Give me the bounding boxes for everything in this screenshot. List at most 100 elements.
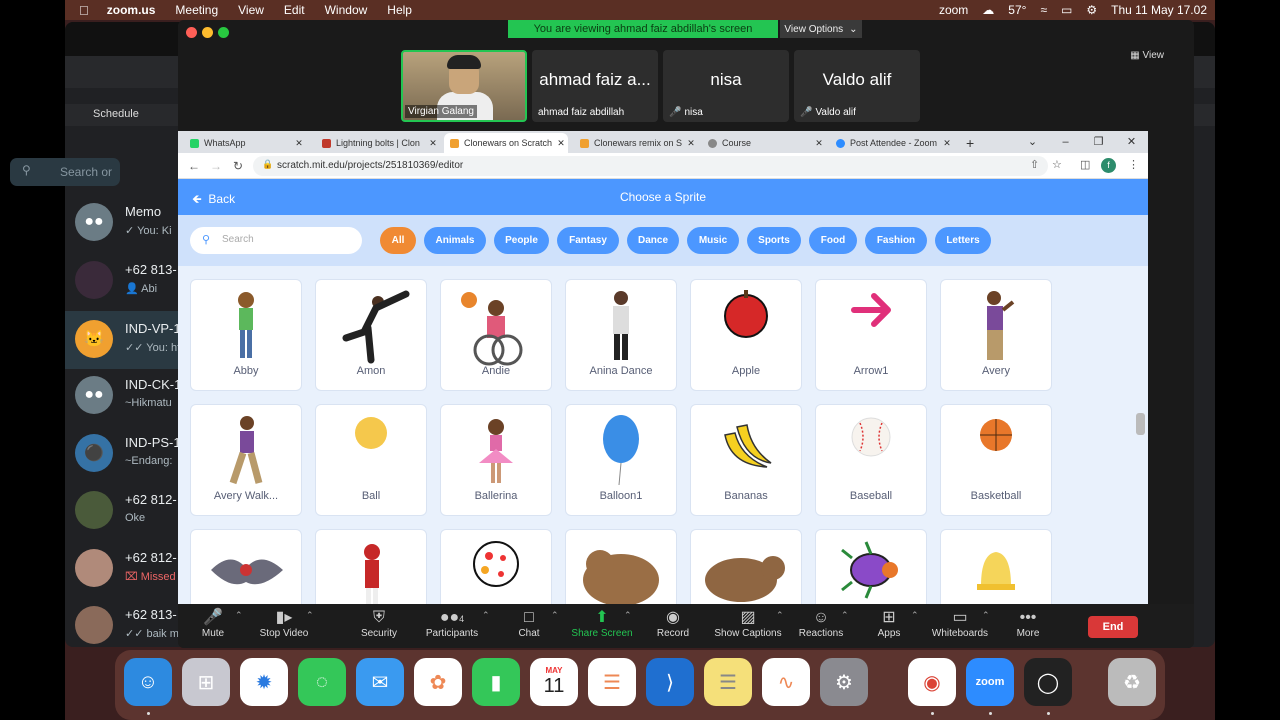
reload-icon[interactable]: ↻	[233, 159, 243, 173]
tab-zoom-attendee[interactable]: Post Attendee - Zoom ✕	[830, 133, 954, 153]
category-music[interactable]: Music	[687, 227, 739, 254]
tab-lightning[interactable]: Lightning bolts | Clon ✕	[316, 133, 440, 153]
apple-icon[interactable]: 	[79, 3, 89, 18]
new-tab-button[interactable]: +	[960, 133, 982, 153]
category-letters[interactable]: Letters	[935, 227, 991, 254]
minimize-icon[interactable]: –	[1049, 131, 1082, 153]
participant-tile[interactable]: Valdo alif 🎤 Valdo alif	[794, 50, 920, 122]
menu-edit[interactable]: Edit	[284, 3, 305, 17]
tab-course[interactable]: Course ✕	[702, 133, 826, 153]
menu-view[interactable]: View	[238, 3, 264, 17]
temperature[interactable]: 57°	[1008, 3, 1026, 17]
sprite-card[interactable]: Baseball	[815, 404, 927, 516]
record-button[interactable]: ◉ Record	[633, 608, 713, 639]
sprite-search-input[interactable]: ⚲ Search	[190, 227, 362, 254]
sprite-card[interactable]: Bananas	[690, 404, 802, 516]
restore-icon[interactable]: ❐	[1082, 131, 1115, 153]
participant-tile[interactable]: ahmad faiz a... ahmad faiz abdillah	[532, 50, 658, 122]
wifi-icon[interactable]: ≈	[1040, 3, 1047, 17]
category-animals[interactable]: Animals	[424, 227, 486, 254]
chat-item[interactable]: +62 812- ⌧ Missed	[65, 540, 180, 598]
close-icon[interactable]: ✕	[426, 138, 440, 149]
chevron-up-icon[interactable]: ⌃	[624, 610, 632, 621]
close-icon[interactable]: ✕	[684, 138, 698, 149]
forward-arrow-icon[interactable]: →	[210, 159, 222, 173]
chat-item[interactable]: +62 813- 👤 Abi	[65, 252, 180, 310]
close-icon[interactable]: ✕	[1115, 131, 1148, 153]
security-button[interactable]: ⛨ Security	[339, 608, 419, 639]
sprite-card[interactable]: Anina Dance	[565, 279, 677, 391]
launchpad-icon[interactable]: ⊞	[182, 658, 230, 706]
sprite-card[interactable]: Andie	[440, 279, 552, 391]
participant-tile[interactable]: nisa 🎤 nisa	[663, 50, 789, 122]
close-icon[interactable]: ✕	[812, 138, 826, 149]
scrollbar-thumb[interactable]	[1136, 413, 1145, 435]
tab-search-icon[interactable]: ⌄	[1016, 131, 1049, 153]
reminders-icon[interactable]: ☰	[588, 658, 636, 706]
weather-icon[interactable]: ☁	[982, 3, 994, 17]
tab-whatsapp[interactable]: WhatsApp ✕	[184, 133, 306, 153]
sprite-card[interactable]: Ballerina	[440, 404, 552, 516]
category-food[interactable]: Food	[809, 227, 857, 254]
sprite-card[interactable]: Balloon1	[565, 404, 677, 516]
freeform-icon[interactable]: ∿	[762, 658, 810, 706]
sidepanel-icon[interactable]: ◫	[1080, 158, 1090, 171]
sprite-card[interactable]	[690, 529, 802, 604]
zoom-window-icon[interactable]	[218, 27, 229, 38]
battery-icon[interactable]: ▭	[1061, 3, 1072, 17]
obs-icon[interactable]: ◯	[1024, 658, 1072, 706]
notes-icon[interactable]: ☰	[704, 658, 752, 706]
sprite-card[interactable]: Apple	[690, 279, 802, 391]
menu-window[interactable]: Window	[325, 3, 368, 17]
sprite-card[interactable]	[440, 529, 552, 604]
menu-meeting[interactable]: Meeting	[175, 3, 218, 17]
tab-clonewars-remix[interactable]: Clonewars remix on S ✕	[574, 133, 698, 153]
vscode-icon[interactable]: ⟩	[646, 658, 694, 706]
chevron-up-icon[interactable]: ⌃	[235, 610, 243, 621]
chrome-icon[interactable]: ◉	[908, 658, 956, 706]
category-dance[interactable]: Dance	[627, 227, 679, 254]
bookmark-star-icon[interactable]: ☆	[1052, 158, 1062, 171]
chevron-up-icon[interactable]: ⌃	[911, 610, 919, 621]
participant-video-active[interactable]: Virgian Galang	[401, 50, 527, 122]
chevron-up-icon[interactable]: ⌃	[841, 610, 849, 621]
sprite-card[interactable]: Avery	[940, 279, 1052, 391]
close-window-icon[interactable]	[186, 27, 197, 38]
share-icon[interactable]: ⇧	[1030, 158, 1039, 171]
sprite-card[interactable]	[190, 529, 302, 604]
view-options-button[interactable]: View Options ⌄	[780, 20, 862, 38]
chat-item[interactable]: ⚫ IND-PS-1 ~Endang:	[65, 425, 181, 483]
close-icon[interactable]: ✕	[292, 138, 306, 149]
photos-icon[interactable]: ✿	[414, 658, 462, 706]
sprite-card[interactable]	[315, 529, 427, 604]
menu-help[interactable]: Help	[387, 3, 412, 17]
category-sports[interactable]: Sports	[747, 227, 801, 254]
view-button[interactable]: ▦ View	[1130, 50, 1164, 61]
sprite-card[interactable]: Ball	[315, 404, 427, 516]
sprite-card[interactable]: Amon	[315, 279, 427, 391]
trash-icon[interactable]: ♻	[1108, 658, 1156, 706]
chat-item[interactable]: +62 813- ✓✓ baik m	[65, 597, 180, 647]
participants-button[interactable]: ●●4 Participants	[412, 608, 492, 639]
category-fantasy[interactable]: Fantasy	[557, 227, 619, 254]
chevron-up-icon[interactable]: ⌃	[306, 610, 314, 621]
system-settings-icon[interactable]: ⚙	[820, 658, 868, 706]
safari-icon[interactable]: ✹	[240, 658, 288, 706]
more-button[interactable]: ••• More	[988, 608, 1068, 639]
facetime-icon[interactable]: ▮	[472, 658, 520, 706]
back-arrow-icon[interactable]: ←	[188, 159, 200, 173]
sprite-card[interactable]: Arrow1	[815, 279, 927, 391]
end-meeting-button[interactable]: End	[1088, 616, 1138, 638]
sprite-card[interactable]: Basketball	[940, 404, 1052, 516]
minimize-window-icon[interactable]	[202, 27, 213, 38]
sprite-card[interactable]: Abby	[190, 279, 302, 391]
chat-item-selected[interactable]: 🐱 IND-VP-1 ✓✓ You: ht	[65, 311, 181, 369]
url-field[interactable]: 🔒 scratch.mit.edu/projects/251810369/edi…	[253, 156, 1048, 176]
finder-icon[interactable]: ☺	[124, 658, 172, 706]
sprite-card[interactable]	[565, 529, 677, 604]
mail-icon[interactable]: ✉	[356, 658, 404, 706]
close-icon[interactable]: ✕	[554, 138, 568, 149]
whatsapp-search[interactable]: ⚲ Search or	[10, 158, 120, 186]
profile-avatar[interactable]: f	[1101, 158, 1116, 173]
control-center-icon[interactable]: ⚙	[1086, 3, 1097, 17]
